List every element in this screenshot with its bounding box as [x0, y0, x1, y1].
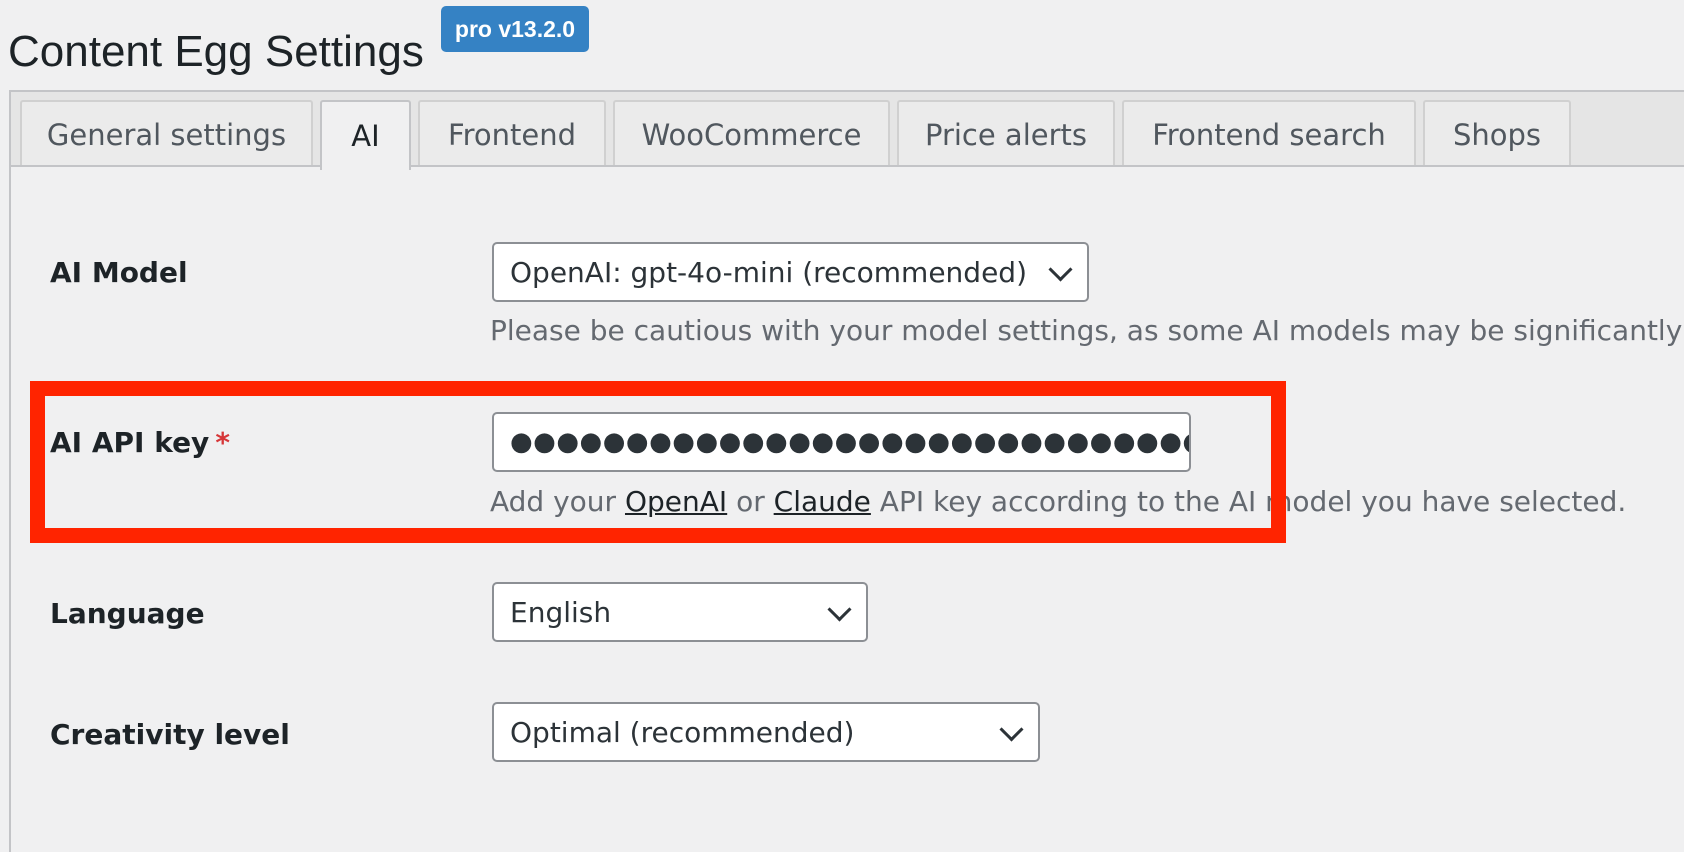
ai-model-label: AI Model: [50, 256, 188, 289]
api-key-label-text: AI API key: [50, 426, 210, 459]
chevron-down-icon: [827, 597, 852, 622]
ai-model-select[interactable]: OpenAI: gpt-4o-mini (recommended): [492, 242, 1089, 302]
ai-model-description: Please be cautious with your model setti…: [490, 314, 1683, 347]
claude-link[interactable]: Claude: [774, 485, 871, 518]
chevron-down-icon: [1048, 257, 1073, 282]
tab-divider: [11, 165, 1684, 167]
required-asterisk: *: [215, 426, 230, 459]
tab-frontend-search[interactable]: Frontend search: [1122, 100, 1416, 167]
version-badge: pro v13.2.0: [441, 6, 589, 52]
api-key-desc-or: or: [736, 485, 765, 518]
tab-frontend[interactable]: Frontend: [418, 100, 606, 167]
tab-ai[interactable]: AI: [320, 100, 411, 170]
api-key-input[interactable]: ●●●●●●●●●●●●●●●●●●●●●●●●●●●●●●●●●●●●●●●●…: [492, 412, 1191, 472]
tab-price-alerts[interactable]: Price alerts: [897, 100, 1115, 167]
language-select[interactable]: English: [492, 582, 868, 642]
tab-general-settings[interactable]: General settings: [20, 100, 313, 167]
creativity-select[interactable]: Optimal (recommended): [492, 702, 1040, 762]
api-key-label: AI API key *: [50, 426, 230, 459]
creativity-value: Optimal (recommended): [510, 715, 855, 749]
language-value: English: [510, 595, 612, 629]
api-key-description: Add your OpenAI or Claude API key accord…: [490, 485, 1626, 518]
openai-link[interactable]: OpenAI: [625, 485, 727, 518]
api-key-desc-prefix: Add your: [490, 485, 617, 518]
tab-woocommerce[interactable]: WooCommerce: [613, 100, 890, 167]
language-label: Language: [50, 597, 205, 630]
chevron-down-icon: [999, 717, 1024, 742]
page-title: Content Egg Settings: [8, 27, 424, 76]
creativity-label: Creativity level: [50, 718, 290, 751]
tab-shops[interactable]: Shops: [1423, 100, 1571, 167]
api-key-desc-suffix: API key according to the AI model you ha…: [879, 485, 1627, 518]
ai-model-value: OpenAI: gpt-4o-mini (recommended): [510, 255, 1028, 289]
